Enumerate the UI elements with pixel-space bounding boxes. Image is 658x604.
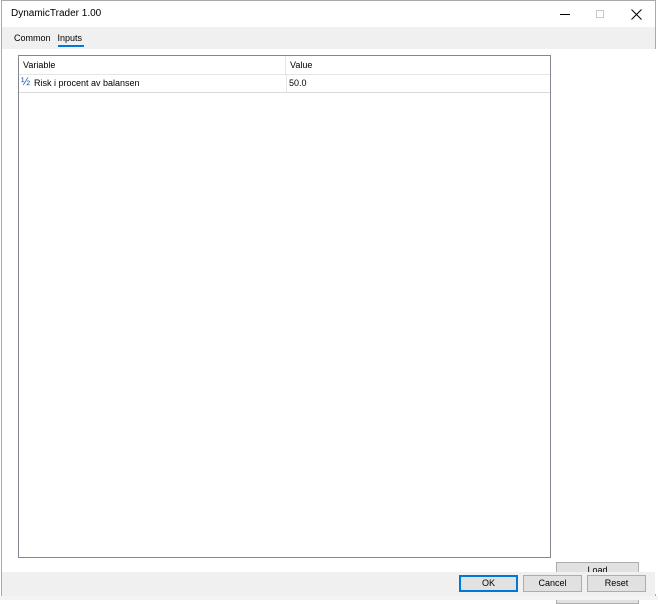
tab-strip: Common Inputs xyxy=(12,33,87,49)
variable-name: Risk i procent av balansen xyxy=(34,78,140,88)
minimize-button[interactable] xyxy=(547,1,583,27)
cancel-button[interactable]: Cancel xyxy=(523,575,582,592)
tab-common[interactable]: Common xyxy=(12,33,56,47)
column-header-variable[interactable]: Variable xyxy=(19,56,286,74)
reset-button[interactable]: Reset xyxy=(587,575,646,592)
table-header: Variable Value xyxy=(19,56,550,75)
title-bar[interactable]: DynamicTrader 1.00 xyxy=(2,1,655,27)
table-row[interactable]: ½ Risk i procent av balansen 50.0 xyxy=(19,75,550,93)
close-icon xyxy=(630,8,642,20)
dialog-footer: OK Cancel Reset xyxy=(2,572,655,599)
fraction-icon: ½ xyxy=(21,76,31,88)
dialog-window: DynamicTrader 1.00 Common Inputs Variabl… xyxy=(1,0,656,604)
window-title: DynamicTrader 1.00 xyxy=(11,8,102,19)
minimize-icon xyxy=(560,13,570,15)
close-button[interactable] xyxy=(618,1,654,27)
ok-button[interactable]: OK xyxy=(459,575,518,592)
column-header-value[interactable]: Value xyxy=(286,56,551,74)
background-strip xyxy=(0,596,658,600)
maximize-button xyxy=(582,1,618,27)
tab-inputs[interactable]: Inputs xyxy=(56,33,88,47)
maximize-icon xyxy=(596,10,604,18)
value-cell[interactable]: 50.0 xyxy=(286,75,551,92)
dialog-client-area: Common Inputs Variable Value ½ Risk i pro… xyxy=(2,27,656,604)
inputs-panel: Variable Value ½ Risk i procent av balans… xyxy=(2,49,656,604)
inputs-table: Variable Value ½ Risk i procent av balans… xyxy=(18,55,551,558)
variable-cell: ½ Risk i procent av balansen xyxy=(21,75,285,92)
